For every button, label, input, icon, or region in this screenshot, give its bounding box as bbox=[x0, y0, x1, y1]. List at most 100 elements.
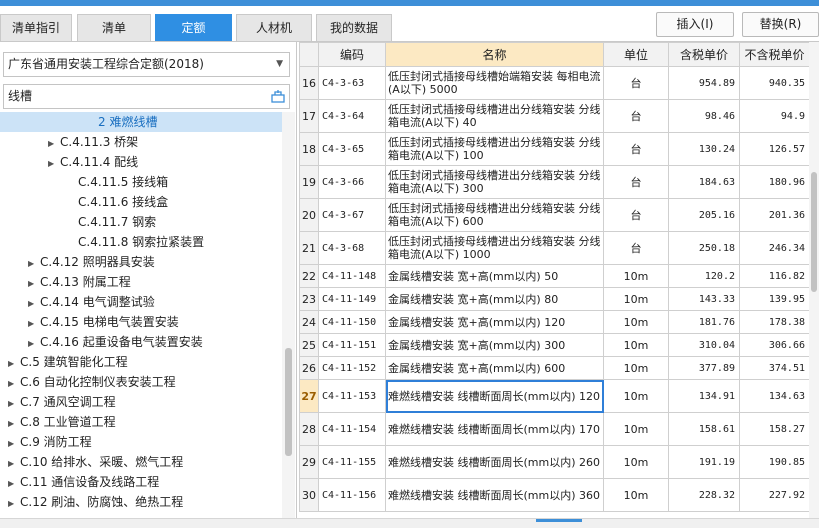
tree-node[interactable]: ▶ C.5 建筑智能化工程 bbox=[8, 352, 128, 372]
tree-node[interactable]: ▶ C.7 通风空调工程 bbox=[8, 392, 116, 412]
unit-cell[interactable]: 10m bbox=[603, 264, 669, 288]
table-row[interactable]: 27 C4-11-153 难燃线槽安装 线槽断面周长(mm以内) 120 10m 134… bbox=[299, 379, 809, 413]
row-number-cell[interactable]: 27 bbox=[299, 379, 319, 413]
code-cell[interactable]: C4-11-149 bbox=[318, 287, 386, 311]
code-cell[interactable]: C4-11-152 bbox=[318, 356, 386, 380]
tree-node[interactable]: C.4.11.7 钢索 bbox=[66, 212, 156, 232]
search-input[interactable]: 线槽 bbox=[3, 84, 290, 109]
notax-price-cell[interactable]: 190.85 bbox=[739, 445, 809, 479]
tree-node[interactable]: C.4.11.6 接线盒 bbox=[66, 192, 168, 212]
tax-price-cell[interactable]: 181.76 bbox=[668, 310, 740, 334]
scrollbar-thumb[interactable] bbox=[811, 172, 817, 292]
unit-cell[interactable]: 10m bbox=[603, 287, 669, 311]
table-row[interactable]: 16 C4-3-63 低压封闭式插接母线槽始端箱安装 每相电流(A以下) 5000 台… bbox=[299, 66, 809, 100]
row-number-cell[interactable]: 30 bbox=[299, 478, 319, 512]
table-row[interactable]: 24 C4-11-150 金属线槽安装 宽+高(mm以内) 120 10m 181.76… bbox=[299, 310, 809, 334]
table-row[interactable]: 25 C4-11-151 金属线槽安装 宽+高(mm以内) 300 10m 310.04… bbox=[299, 333, 809, 357]
unit-cell[interactable]: 10m bbox=[603, 310, 669, 334]
unit-cell[interactable]: 10m bbox=[603, 333, 669, 357]
unit-cell[interactable]: 台 bbox=[603, 231, 669, 265]
code-cell[interactable]: C4-3-63 bbox=[318, 66, 386, 100]
tree-vertical-scrollbar[interactable] bbox=[282, 112, 295, 520]
tax-price-cell[interactable]: 228.32 bbox=[668, 478, 740, 512]
column-header-name[interactable]: 名称 bbox=[385, 42, 604, 67]
table-row[interactable]: 30 C4-11-156 难燃线槽安装 线槽断面周长(mm以内) 360 10m 228… bbox=[299, 478, 809, 512]
replace-button[interactable]: 替换(R) bbox=[742, 12, 819, 37]
tree-node[interactable]: ▶ C.9 消防工程 bbox=[8, 432, 92, 452]
notax-price-cell[interactable]: 126.57 bbox=[739, 132, 809, 166]
code-cell[interactable]: C4-11-153 bbox=[318, 379, 386, 413]
name-cell[interactable]: 难燃线槽安装 线槽断面周长(mm以内) 260 bbox=[385, 445, 604, 479]
code-cell[interactable]: C4-11-154 bbox=[318, 412, 386, 446]
unit-cell[interactable]: 台 bbox=[603, 132, 669, 166]
row-number-cell[interactable]: 22 bbox=[299, 264, 319, 288]
row-number-cell[interactable]: 20 bbox=[299, 198, 319, 232]
tab-list-guide[interactable]: 清单指引 bbox=[0, 14, 72, 42]
notax-price-cell[interactable]: 374.51 bbox=[739, 356, 809, 380]
row-number-cell[interactable]: 29 bbox=[299, 445, 319, 479]
notax-price-cell[interactable]: 158.27 bbox=[739, 412, 809, 446]
unit-cell[interactable]: 台 bbox=[603, 66, 669, 100]
tax-price-cell[interactable]: 191.19 bbox=[668, 445, 740, 479]
column-header-notax-price[interactable]: 不含税单价 bbox=[739, 42, 809, 67]
table-row[interactable]: 19 C4-3-66 低压封闭式插接母线槽进出分线箱安装 分线箱电流(A以下) 30… bbox=[299, 165, 809, 199]
notax-price-cell[interactable]: 178.38 bbox=[739, 310, 809, 334]
tax-price-cell[interactable]: 120.2 bbox=[668, 264, 740, 288]
tree-node[interactable]: ▶ C.4.14 电气调整试验 bbox=[28, 292, 155, 312]
chevron-right-icon[interactable]: ▶ bbox=[8, 374, 20, 394]
tree-node[interactable]: ▶ C.10 给排水、采暖、燃气工程 bbox=[8, 452, 183, 472]
code-cell[interactable]: C4-3-66 bbox=[318, 165, 386, 199]
library-select[interactable]: 广东省通用安装工程综合定额(2018) ▼ bbox=[3, 52, 290, 77]
chevron-right-icon[interactable]: ▶ bbox=[48, 154, 60, 174]
table-vertical-scrollbar[interactable] bbox=[809, 42, 819, 518]
tax-price-cell[interactable]: 184.63 bbox=[668, 165, 740, 199]
table-row[interactable]: 17 C4-3-64 低压封闭式插接母线槽进出分线箱安装 分线箱电流(A以下) 40… bbox=[299, 99, 809, 133]
bottom-splitter[interactable] bbox=[0, 518, 819, 528]
chevron-right-icon[interactable]: ▶ bbox=[8, 474, 20, 494]
tree-node[interactable]: ▶ C.4.13 附属工程 bbox=[28, 272, 131, 292]
name-cell[interactable]: 难燃线槽安装 线槽断面周长(mm以内) 120 bbox=[385, 379, 604, 413]
chevron-right-icon[interactable]: ▶ bbox=[8, 414, 20, 434]
tax-price-cell[interactable]: 130.24 bbox=[668, 132, 740, 166]
tree-node[interactable]: C.4.11.5 接线箱 bbox=[66, 172, 168, 192]
tree-node[interactable]: ▶ C.12 刷油、防腐蚀、绝热工程 bbox=[8, 492, 183, 512]
tax-price-cell[interactable]: 158.61 bbox=[668, 412, 740, 446]
code-cell[interactable]: C4-3-68 bbox=[318, 231, 386, 265]
tree-node[interactable]: 2 难燃线槽 bbox=[0, 112, 282, 132]
unit-cell[interactable]: 10m bbox=[603, 445, 669, 479]
unit-cell[interactable]: 台 bbox=[603, 198, 669, 232]
name-cell[interactable]: 低压封闭式插接母线槽进出分线箱安装 分线箱电流(A以下) 1000 bbox=[385, 231, 604, 265]
name-cell[interactable]: 低压封闭式插接母线槽进出分线箱安装 分线箱电流(A以下) 600 bbox=[385, 198, 604, 232]
table-row[interactable]: 18 C4-3-65 低压封闭式插接母线槽进出分线箱安装 分线箱电流(A以下) 10… bbox=[299, 132, 809, 166]
tree-node[interactable]: ▶ C.6 自动化控制仪表安装工程 bbox=[8, 372, 176, 392]
chevron-right-icon[interactable]: ▶ bbox=[8, 434, 20, 454]
unit-cell[interactable]: 10m bbox=[603, 412, 669, 446]
column-header-unit[interactable]: 单位 bbox=[603, 42, 669, 67]
notax-price-cell[interactable]: 116.82 bbox=[739, 264, 809, 288]
row-number-cell[interactable]: 26 bbox=[299, 356, 319, 380]
code-cell[interactable]: C4-11-148 bbox=[318, 264, 386, 288]
notax-price-cell[interactable]: 134.63 bbox=[739, 379, 809, 413]
table-row[interactable]: 22 C4-11-148 金属线槽安装 宽+高(mm以内) 50 10m 120.2 11… bbox=[299, 264, 809, 288]
tree-node[interactable]: ▶ C.4.16 起重设备电气装置安装 bbox=[28, 332, 203, 352]
name-cell[interactable]: 金属线槽安装 宽+高(mm以内) 50 bbox=[385, 264, 604, 288]
code-cell[interactable]: C4-11-150 bbox=[318, 310, 386, 334]
row-number-cell[interactable]: 17 bbox=[299, 99, 319, 133]
row-number-cell[interactable]: 25 bbox=[299, 333, 319, 357]
notax-price-cell[interactable]: 201.36 bbox=[739, 198, 809, 232]
table-row[interactable]: 29 C4-11-155 难燃线槽安装 线槽断面周长(mm以内) 260 10m 191… bbox=[299, 445, 809, 479]
chevron-right-icon[interactable]: ▶ bbox=[28, 334, 40, 354]
unit-cell[interactable]: 台 bbox=[603, 165, 669, 199]
notax-price-cell[interactable]: 246.34 bbox=[739, 231, 809, 265]
table-row[interactable]: 28 C4-11-154 难燃线槽安装 线槽断面周长(mm以内) 170 10m 158… bbox=[299, 412, 809, 446]
tree-node[interactable]: ▶ C.4.11.4 配线 bbox=[48, 152, 138, 172]
tax-price-cell[interactable]: 205.16 bbox=[668, 198, 740, 232]
name-cell[interactable]: 金属线槽安装 宽+高(mm以内) 600 bbox=[385, 356, 604, 380]
chevron-right-icon[interactable]: ▶ bbox=[8, 354, 20, 374]
notax-price-cell[interactable]: 94.9 bbox=[739, 99, 809, 133]
table-row[interactable]: 20 C4-3-67 低压封闭式插接母线槽进出分线箱安装 分线箱电流(A以下) 60… bbox=[299, 198, 809, 232]
chevron-right-icon[interactable]: ▶ bbox=[48, 134, 60, 154]
tree-node[interactable]: ▶ C.4.11.3 桥架 bbox=[48, 132, 138, 152]
table-row[interactable]: 21 C4-3-68 低压封闭式插接母线槽进出分线箱安装 分线箱电流(A以下) 10… bbox=[299, 231, 809, 265]
tab-my-data[interactable]: 我的数据 bbox=[316, 14, 392, 42]
